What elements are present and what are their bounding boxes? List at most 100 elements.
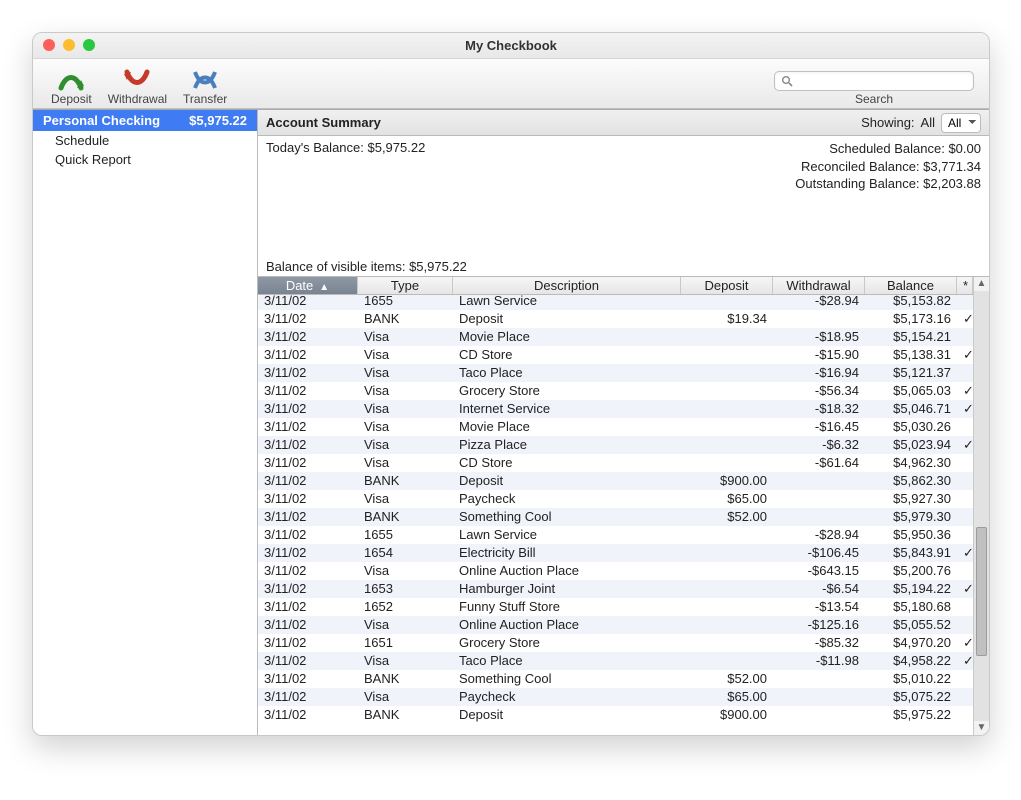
column-header-withdrawal[interactable]: Withdrawal bbox=[773, 277, 865, 294]
cell-date: 3/11/02 bbox=[258, 671, 358, 686]
table-row[interactable]: 3/11/02VisaOnline Auction Place-$125.16$… bbox=[258, 616, 973, 634]
cell-withdrawal: -$106.45 bbox=[773, 545, 865, 560]
cell-description: Lawn Service bbox=[453, 527, 681, 542]
filter-select[interactable]: All bbox=[941, 113, 981, 133]
cell-reconciled: ✓ bbox=[957, 311, 973, 327]
cell-type: Visa bbox=[358, 563, 453, 578]
cell-withdrawal: -$28.94 bbox=[773, 295, 865, 309]
scroll-track[interactable] bbox=[974, 291, 989, 721]
column-header-reconciled[interactable]: * bbox=[957, 277, 973, 294]
cell-withdrawal: -$13.54 bbox=[773, 599, 865, 614]
column-header-balance[interactable]: Balance bbox=[865, 277, 957, 294]
table-row[interactable]: 3/11/021651Grocery Store-$85.32$4,970.20… bbox=[258, 634, 973, 652]
cell-balance: $5,979.30 bbox=[865, 509, 957, 524]
cell-date: 3/11/02 bbox=[258, 617, 358, 632]
sidebar-item-quick-report[interactable]: Quick Report bbox=[33, 150, 257, 169]
cell-date: 3/11/02 bbox=[258, 527, 358, 542]
cell-type: Visa bbox=[358, 365, 453, 380]
table-row[interactable]: 3/11/021655Lawn Service-$28.94$5,950.36 bbox=[258, 526, 973, 544]
search-field[interactable] bbox=[774, 71, 974, 91]
cell-balance: $5,927.30 bbox=[865, 491, 957, 506]
cell-date: 3/11/02 bbox=[258, 491, 358, 506]
table-row[interactable]: 3/11/02BANKDeposit$900.00$5,862.30 bbox=[258, 472, 973, 490]
cell-description: Deposit bbox=[453, 707, 681, 722]
table-row[interactable]: 3/11/02VisaTaco Place-$11.98$4,958.22✓ bbox=[258, 652, 973, 670]
cell-reconciled: ✓ bbox=[957, 635, 973, 651]
table-row[interactable]: 3/11/021654Electricity Bill-$106.45$5,84… bbox=[258, 544, 973, 562]
transactions-table: Date▲ Type Description Deposit Withdrawa… bbox=[258, 276, 989, 735]
cell-description: Funny Stuff Store bbox=[453, 599, 681, 614]
column-header-type[interactable]: Type bbox=[358, 277, 453, 294]
sidebar-item-schedule[interactable]: Schedule bbox=[33, 131, 257, 150]
column-header-description[interactable]: Description bbox=[453, 277, 681, 294]
cell-balance: $5,075.22 bbox=[865, 689, 957, 704]
deposit-label: Deposit bbox=[51, 92, 92, 106]
cell-type: BANK bbox=[358, 473, 453, 488]
cell-description: Something Cool bbox=[453, 509, 681, 524]
cell-date: 3/11/02 bbox=[258, 689, 358, 704]
search-input[interactable] bbox=[797, 73, 967, 89]
cell-deposit: $65.00 bbox=[681, 689, 773, 704]
column-header-deposit[interactable]: Deposit bbox=[681, 277, 773, 294]
cell-type: Visa bbox=[358, 689, 453, 704]
search-icon bbox=[781, 75, 793, 87]
table-row[interactable]: 3/11/02VisaCD Store-$61.64$4,962.30 bbox=[258, 454, 973, 472]
table-row[interactable]: 3/11/02VisaMovie Place-$16.45$5,030.26 bbox=[258, 418, 973, 436]
vertical-scrollbar[interactable]: ▲ ▼ bbox=[973, 277, 989, 735]
table-row[interactable]: 3/11/021652Funny Stuff Store-$13.54$5,18… bbox=[258, 598, 973, 616]
table-row[interactable]: 3/11/02VisaCD Store-$15.90$5,138.31✓ bbox=[258, 346, 973, 364]
scroll-down-arrow-icon[interactable]: ▼ bbox=[974, 721, 989, 735]
cell-type: 1654 bbox=[358, 545, 453, 560]
table-row[interactable]: 3/11/021655Lawn Service-$28.94$5,153.82 bbox=[258, 295, 973, 310]
table-row[interactable]: 3/11/02VisaOnline Auction Place-$643.15$… bbox=[258, 562, 973, 580]
cell-withdrawal: -$6.54 bbox=[773, 581, 865, 596]
table-body: 3/11/021655Lawn Service-$28.94$5,153.823… bbox=[258, 295, 973, 735]
cell-balance: $5,046.71 bbox=[865, 401, 957, 416]
window-title: My Checkbook bbox=[465, 38, 557, 53]
column-header-date[interactable]: Date▲ bbox=[258, 277, 358, 294]
minimize-window-button[interactable] bbox=[63, 39, 75, 51]
transfer-button[interactable]: Transfer bbox=[175, 68, 235, 106]
table-row[interactable]: 3/11/02VisaInternet Service-$18.32$5,046… bbox=[258, 400, 973, 418]
search-group: Search bbox=[769, 71, 979, 106]
cell-withdrawal: -$125.16 bbox=[773, 617, 865, 632]
cell-type: 1652 bbox=[358, 599, 453, 614]
cell-balance: $5,194.22 bbox=[865, 581, 957, 596]
deposit-button[interactable]: Deposit bbox=[43, 68, 100, 106]
cell-date: 3/11/02 bbox=[258, 311, 358, 326]
cell-balance: $4,970.20 bbox=[865, 635, 957, 650]
close-window-button[interactable] bbox=[43, 39, 55, 51]
cell-balance: $5,154.21 bbox=[865, 329, 957, 344]
table-row[interactable]: 3/11/02VisaMovie Place-$18.95$5,154.21 bbox=[258, 328, 973, 346]
table-row[interactable]: 3/11/02BANKDeposit$19.34$5,173.16✓ bbox=[258, 310, 973, 328]
sort-asc-icon: ▲ bbox=[319, 282, 329, 293]
cell-balance: $5,065.03 bbox=[865, 383, 957, 398]
scroll-up-arrow-icon[interactable]: ▲ bbox=[974, 277, 989, 291]
cell-type: BANK bbox=[358, 671, 453, 686]
table-row[interactable]: 3/11/02VisaPizza Place-$6.32$5,023.94✓ bbox=[258, 436, 973, 454]
table-row[interactable]: 3/11/02BANKDeposit$900.00$5,975.22 bbox=[258, 706, 973, 724]
scroll-thumb[interactable] bbox=[976, 527, 987, 656]
cell-description: Hamburger Joint bbox=[453, 581, 681, 596]
cell-balance: $5,975.22 bbox=[865, 707, 957, 722]
table-row[interactable]: 3/11/02VisaPaycheck$65.00$5,075.22 bbox=[258, 688, 973, 706]
table-row[interactable]: 3/11/02BANKSomething Cool$52.00$5,979.30 bbox=[258, 508, 973, 526]
cell-balance: $5,153.82 bbox=[865, 295, 957, 309]
cell-balance: $5,138.31 bbox=[865, 347, 957, 362]
cell-type: Visa bbox=[358, 329, 453, 344]
cell-date: 3/11/02 bbox=[258, 545, 358, 560]
zoom-window-button[interactable] bbox=[83, 39, 95, 51]
table-row[interactable]: 3/11/02VisaPaycheck$65.00$5,927.30 bbox=[258, 490, 973, 508]
withdrawal-button[interactable]: Withdrawal bbox=[100, 68, 175, 106]
cell-date: 3/11/02 bbox=[258, 563, 358, 578]
sidebar-account-personal-checking[interactable]: Personal Checking $5,975.22 bbox=[33, 110, 257, 131]
table-row[interactable]: 3/11/02VisaGrocery Store-$56.34$5,065.03… bbox=[258, 382, 973, 400]
table-row[interactable]: 3/11/021653Hamburger Joint-$6.54$5,194.2… bbox=[258, 580, 973, 598]
scheduled-balance: Scheduled Balance: $0.00 bbox=[795, 140, 981, 158]
cell-description: CD Store bbox=[453, 455, 681, 470]
cell-description: Taco Place bbox=[453, 365, 681, 380]
table-row[interactable]: 3/11/02VisaTaco Place-$16.94$5,121.37 bbox=[258, 364, 973, 382]
table-row[interactable]: 3/11/02BANKSomething Cool$52.00$5,010.22 bbox=[258, 670, 973, 688]
cell-balance: $5,173.16 bbox=[865, 311, 957, 326]
cell-reconciled: ✓ bbox=[957, 545, 973, 561]
